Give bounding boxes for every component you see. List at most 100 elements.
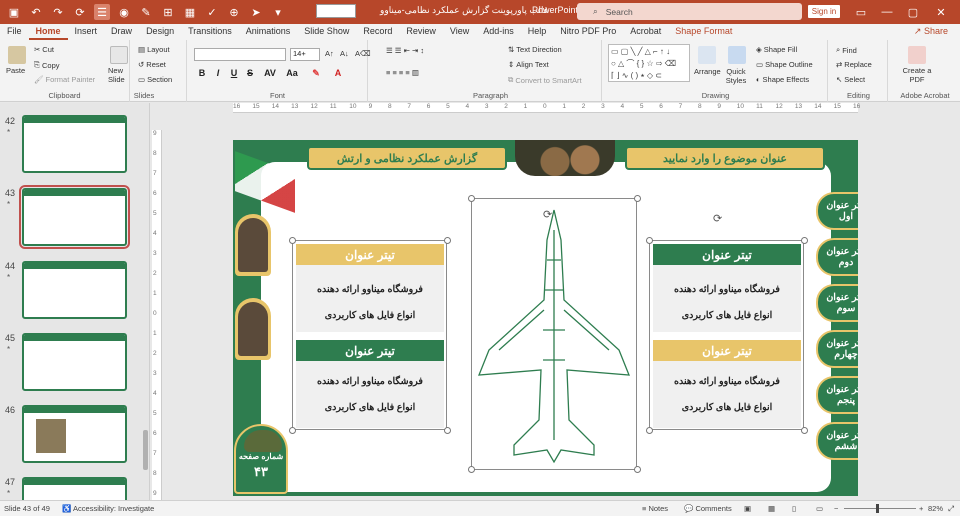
quick-styles-icon[interactable]	[728, 46, 746, 64]
resize-handle[interactable]	[646, 237, 653, 244]
resize-handle[interactable]	[801, 427, 808, 434]
resize-handle[interactable]	[634, 466, 641, 473]
thumbnail-slide-45[interactable]	[22, 333, 127, 391]
resize-handle[interactable]	[468, 466, 475, 473]
thumbnail-slide-44[interactable]	[22, 261, 127, 319]
tab-home[interactable]: Home	[28, 24, 68, 40]
minimize-icon[interactable]: —	[878, 3, 896, 21]
shape-fill-button[interactable]: ◈ Shape Fill	[756, 45, 797, 54]
replace-button[interactable]: ⇄ Replace	[836, 60, 872, 69]
quick-styles-button[interactable]: Quick Styles	[722, 67, 750, 85]
align-text-button[interactable]: ⇕ Align Text	[508, 60, 549, 69]
select-button[interactable]: ↖ Select	[836, 75, 865, 84]
banner-right[interactable]: عنوان موضوع را وارد نمایید	[625, 146, 825, 170]
resize-handle[interactable]	[634, 195, 641, 202]
fit-slide-icon[interactable]: ⤢	[948, 504, 954, 514]
format-painter-button[interactable]: 🖌 Format Painter	[34, 75, 95, 84]
grow-font-icon[interactable]: A↑	[325, 49, 334, 58]
rotate-handle-icon[interactable]: ⟳	[543, 208, 552, 221]
zoom-in-icon[interactable]: +	[919, 504, 923, 513]
layout-button[interactable]: ▤ Layout	[138, 45, 170, 54]
zoom-slider[interactable]	[844, 508, 916, 509]
tab-record[interactable]: Record	[356, 24, 399, 40]
zoom-out-icon[interactable]: −	[834, 504, 838, 513]
resize-handle[interactable]	[468, 195, 475, 202]
shape-effects-button[interactable]: ◐ Shape Effects	[756, 75, 809, 84]
grid-icon[interactable]: ⊞	[160, 4, 176, 20]
send-icon[interactable]: ➤	[248, 4, 264, 20]
font-color-icon[interactable]: A	[332, 68, 344, 78]
font-name-box[interactable]	[194, 48, 286, 61]
slideshow-view-icon[interactable]: ▭	[816, 504, 823, 513]
tab-nitro[interactable]: Nitro PDF Pro	[553, 24, 623, 40]
redo-icon[interactable]: ↷	[50, 4, 66, 20]
rotate-handle-icon[interactable]: ⟳	[713, 212, 722, 225]
insert-icon[interactable]: ⊕	[226, 4, 242, 20]
tab-design[interactable]: Design	[139, 24, 181, 40]
alignment-icons[interactable]: ≡ ≡ ≡ ≡ ▥	[386, 68, 419, 77]
slide-sorter-icon[interactable]: ☰	[94, 4, 110, 20]
reset-button[interactable]: ↺ Reset	[138, 60, 166, 69]
italic-button[interactable]: I	[212, 68, 224, 78]
zoom-level[interactable]: 82%	[928, 504, 943, 513]
new-slide-button[interactable]: New Slide	[108, 66, 132, 84]
thumbnail-slide-46[interactable]	[22, 405, 127, 463]
slide-canvas[interactable]: گزارش عملکرد نظامی و ارتش عنوان موضوع را…	[233, 140, 858, 496]
tab-shape-format[interactable]: Shape Format	[668, 24, 739, 40]
maximize-icon[interactable]: ▢	[904, 3, 922, 21]
normal-view-icon[interactable]: ▣	[744, 504, 751, 513]
side-item-2[interactable]: تیتر عنوان دوم	[816, 238, 858, 276]
thumbnail-slide-47[interactable]	[22, 477, 127, 500]
underline-button[interactable]: U	[228, 68, 240, 78]
undo-icon[interactable]: ↶	[28, 4, 44, 20]
smartart-button[interactable]: ⧉ Convert to SmartArt	[508, 75, 582, 85]
copy-button[interactable]: ⎘ Copy	[34, 60, 60, 70]
char-spacing-icon[interactable]: AV	[264, 68, 276, 78]
bullets-icon[interactable]: ☰ ☰ ⇤ ⇥ ↕	[386, 46, 424, 55]
shapes-gallery[interactable]: ▭ ▢ ╲ ╱ △ ⌐ ↑ ↓ ○ △ ⌒ { } ☆ ⇨ ⌫ ⌈ ⌋ ∿ ( ) …	[608, 44, 690, 82]
side-item-5[interactable]: تیتر عنوان پنجم	[816, 376, 858, 414]
cut-button[interactable]: ✂ Cut	[34, 45, 54, 54]
repeat-icon[interactable]: ⟳	[72, 4, 88, 20]
banner-left[interactable]: گزارش عملکرد نظامی و ارتش	[307, 146, 507, 170]
resize-handle[interactable]	[289, 237, 296, 244]
paste-button[interactable]: Paste	[6, 66, 25, 75]
resize-handle[interactable]	[444, 427, 451, 434]
tab-review[interactable]: Review	[399, 24, 443, 40]
thumbnail-slide-43[interactable]	[19, 185, 130, 249]
tab-slide-show[interactable]: Slide Show	[297, 24, 356, 40]
side-item-1[interactable]: تیتر عنوان اول	[816, 192, 858, 230]
thumbnail-slide-42[interactable]	[22, 115, 127, 173]
comments-button[interactable]: 💬 Comments	[684, 504, 732, 513]
thumbnails-scrollbar[interactable]	[143, 430, 148, 470]
resize-handle[interactable]	[289, 427, 296, 434]
tab-view[interactable]: View	[443, 24, 476, 40]
notes-button[interactable]: ≡ Notes	[642, 504, 668, 513]
shape-outline-button[interactable]: ▭ Shape Outline	[756, 60, 813, 69]
tab-acrobat[interactable]: Acrobat	[623, 24, 668, 40]
create-pdf-button[interactable]: Create a PDF	[900, 66, 934, 84]
save-icon[interactable]: ▣	[6, 4, 22, 20]
present-icon[interactable]: ◉	[116, 4, 132, 20]
sorter-view-icon[interactable]: ▦	[768, 504, 775, 513]
tab-draw[interactable]: Draw	[104, 24, 139, 40]
side-item-3[interactable]: تیتر عنوان سوم	[816, 284, 858, 322]
side-item-4[interactable]: تیتر عنوان چهارم	[816, 330, 858, 368]
find-button[interactable]: ⌕ Find	[836, 45, 857, 55]
quick-font-box[interactable]	[316, 4, 356, 18]
section-button[interactable]: ▭ Section	[138, 75, 172, 84]
text-direction-button[interactable]: ⇅ Text Direction	[508, 45, 562, 54]
tab-transitions[interactable]: Transitions	[181, 24, 239, 40]
ribbon-display-icon[interactable]: ▭	[852, 3, 870, 21]
arrange-icon[interactable]	[698, 46, 716, 64]
new-slide-icon[interactable]	[110, 46, 128, 64]
highlight-icon[interactable]: ✎	[310, 68, 322, 79]
tab-add-ins[interactable]: Add-ins	[476, 24, 521, 40]
reading-view-icon[interactable]: ▯	[792, 504, 796, 513]
search-box[interactable]: ⌕ Search	[577, 3, 802, 20]
create-pdf-icon[interactable]	[908, 46, 926, 64]
font-size-box[interactable]: 14+	[290, 48, 320, 61]
tab-help[interactable]: Help	[521, 24, 554, 40]
change-case-icon[interactable]: Aa	[286, 68, 298, 78]
tab-animations[interactable]: Animations	[239, 24, 298, 40]
